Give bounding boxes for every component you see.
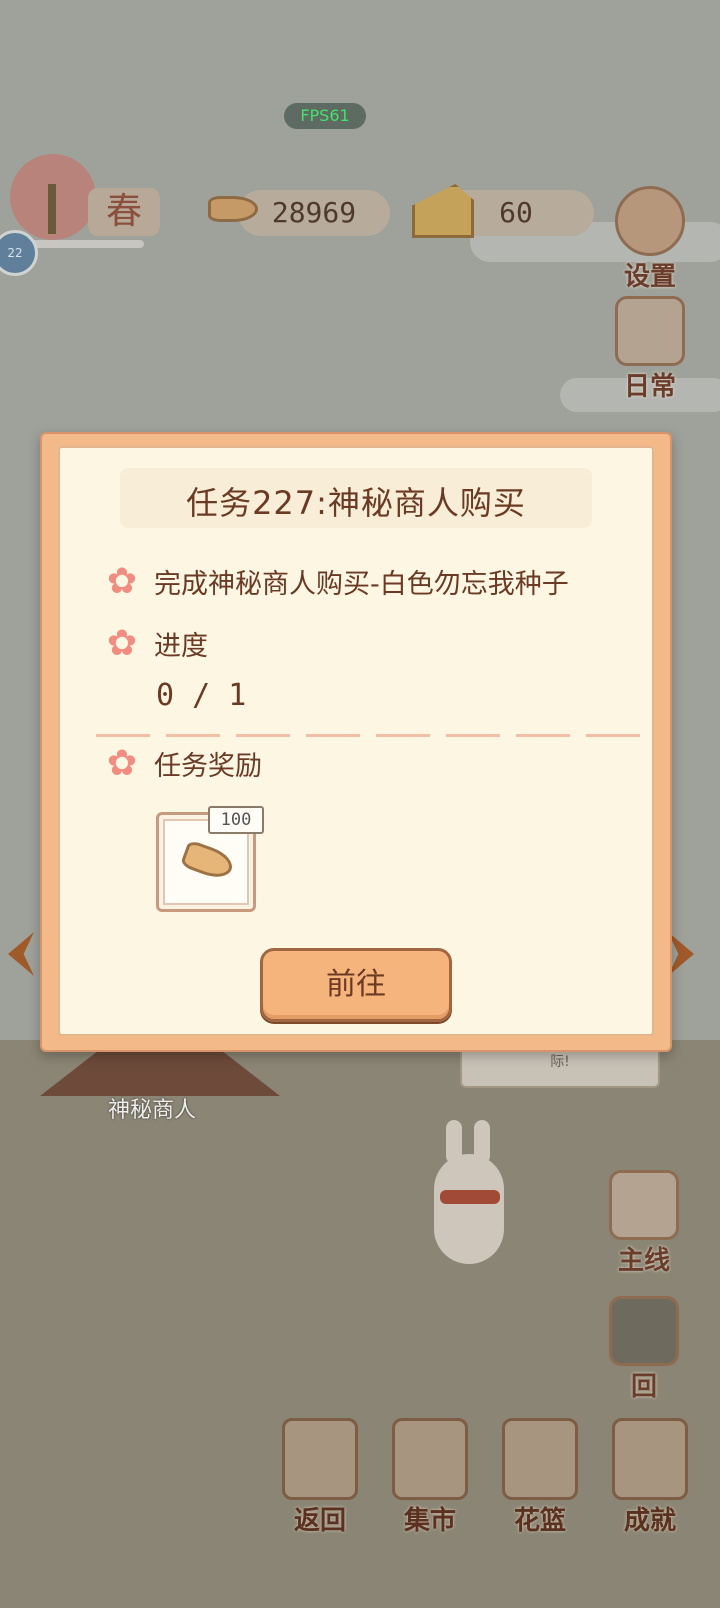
quest-description: 完成神秘商人购买-白色勿忘我种子: [154, 569, 569, 600]
modal-overlay[interactable]: 任务227:神秘商人购买 ✿ 完成神秘商人购买-白色勿忘我种子 ✿ 进度 0 /…: [0, 0, 720, 1608]
go-button[interactable]: 前往: [260, 948, 452, 1022]
progress-value: 0 / 1: [156, 678, 247, 713]
sakura-flower-icon: ✿: [106, 742, 138, 784]
reward-label: 任务奖励: [154, 751, 262, 782]
sakura-flower-icon: ✿: [106, 560, 138, 602]
reward-row: ✿ 任务奖励: [104, 744, 262, 783]
reward-amount-badge: 100: [208, 806, 264, 834]
progress-row: ✿ 进度: [104, 624, 208, 663]
quest-modal-panel: 任务227:神秘商人购买 ✿ 完成神秘商人购买-白色勿忘我种子 ✿ 进度 0 /…: [58, 446, 654, 1036]
sakura-flower-icon: ✿: [106, 622, 138, 664]
dashed-divider: [96, 734, 644, 737]
quest-title: 任务227:神秘商人购买: [186, 484, 526, 522]
progress-label: 进度: [154, 631, 208, 662]
quest-modal: 任务227:神秘商人购买 ✿ 完成神秘商人购买-白色勿忘我种子 ✿ 进度 0 /…: [40, 432, 672, 1052]
quest-description-row: ✿ 完成神秘商人购买-白色勿忘我种子: [104, 562, 569, 601]
